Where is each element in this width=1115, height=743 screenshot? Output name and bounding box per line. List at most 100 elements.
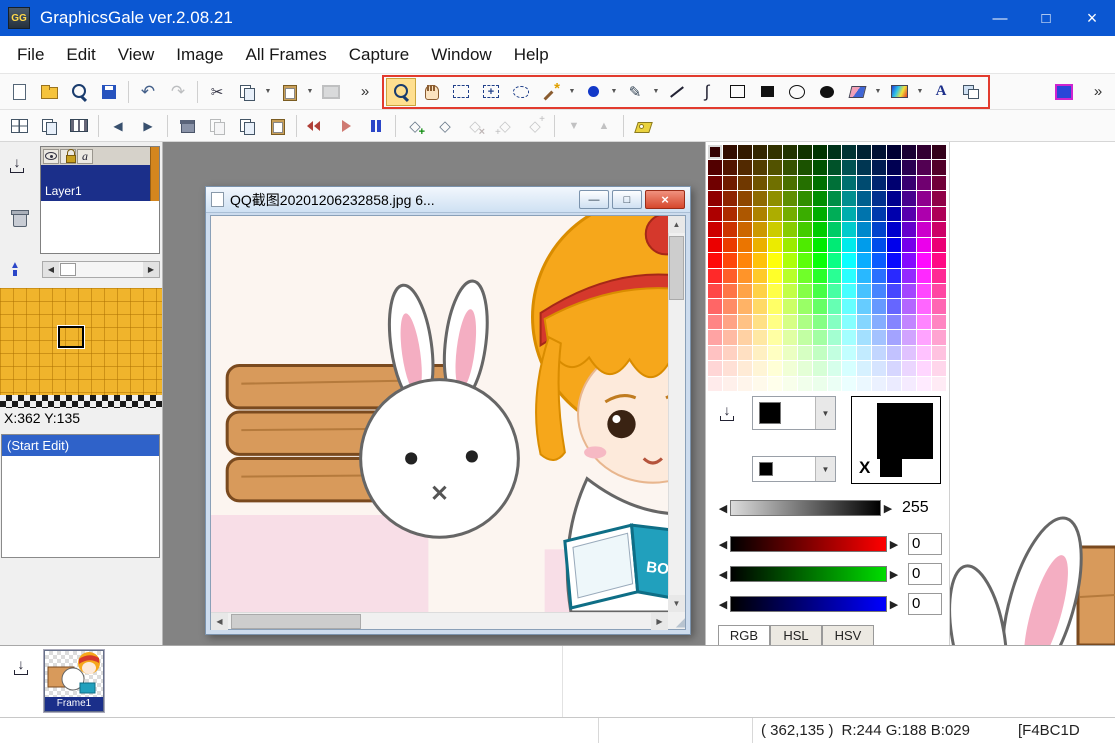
scroll-left-arrow[interactable]: ◀ <box>43 262 59 277</box>
palette-swatch[interactable] <box>768 346 782 360</box>
layer-horizontal-scrollbar[interactable]: ◀ ▶ <box>42 261 160 278</box>
palette-swatch[interactable] <box>798 361 812 375</box>
palette-swatch[interactable] <box>753 176 767 190</box>
select-move-button[interactable] <box>476 78 506 106</box>
pen-button[interactable] <box>578 78 608 106</box>
palette-swatch[interactable] <box>753 160 767 174</box>
palette-swatch[interactable] <box>798 222 812 236</box>
palette-swatch[interactable] <box>872 269 886 283</box>
palette-swatch[interactable] <box>917 207 931 221</box>
palette-swatch[interactable] <box>813 160 827 174</box>
palette-swatch[interactable] <box>887 361 901 375</box>
palette-swatch[interactable] <box>813 377 827 391</box>
scroll-left-arrow[interactable]: ◀ <box>211 613 228 630</box>
palette-swatch[interactable] <box>902 346 916 360</box>
palette-swatch[interactable] <box>753 145 767 159</box>
palette-swatch[interactable] <box>768 191 782 205</box>
palette-swatch[interactable] <box>783 238 797 252</box>
foreground-color-dropdown[interactable]: ▼ <box>815 397 835 429</box>
palette-swatch[interactable] <box>842 269 856 283</box>
palette-swatch[interactable] <box>768 330 782 344</box>
palette-swatch[interactable] <box>887 377 901 391</box>
layer-manager-button[interactable] <box>34 113 64 139</box>
palette-swatch[interactable] <box>768 269 782 283</box>
magic-wand-dropdown[interactable]: ▼ <box>566 78 578 106</box>
canvas-image[interactable]: BOOK <box>211 216 668 612</box>
palette-swatch[interactable] <box>902 222 916 236</box>
magnifier-button[interactable] <box>386 78 416 106</box>
rectangle-button[interactable] <box>722 78 752 106</box>
alpha-slider-increase[interactable]: ▶ <box>881 498 895 518</box>
palette-swatch[interactable] <box>738 191 752 205</box>
palette-swatch[interactable] <box>813 330 827 344</box>
palette-swatch[interactable] <box>842 176 856 190</box>
palette-swatch[interactable] <box>753 269 767 283</box>
tab-hsl[interactable]: HSL <box>770 625 822 645</box>
palette-swatch[interactable] <box>932 346 946 360</box>
palette-swatch[interactable] <box>753 222 767 236</box>
scrollbar-track[interactable] <box>59 262 143 277</box>
palette-swatch[interactable] <box>783 160 797 174</box>
image-close-button[interactable]: × <box>645 190 685 209</box>
palette-swatch[interactable] <box>842 160 856 174</box>
magic-wand-button[interactable] <box>536 78 566 106</box>
palette-swatch[interactable] <box>738 284 752 298</box>
palette-swatch[interactable] <box>768 315 782 329</box>
frame-manager-button[interactable] <box>4 113 34 139</box>
palette-swatch[interactable] <box>857 160 871 174</box>
palette-swatch[interactable] <box>723 253 737 267</box>
palette-swatch[interactable] <box>768 176 782 190</box>
palette-swatch[interactable] <box>887 299 901 313</box>
image-maximize-button[interactable]: □ <box>612 190 642 209</box>
palette-swatch[interactable] <box>917 269 931 283</box>
overflow-button[interactable] <box>356 78 374 106</box>
palette-swatch[interactable] <box>828 346 842 360</box>
frame-thumbnail[interactable]: Frame1 <box>44 650 104 712</box>
menu-help[interactable]: Help <box>503 36 560 74</box>
palette-swatch[interactable] <box>723 346 737 360</box>
eraser-button[interactable] <box>842 78 872 106</box>
palette-swatch[interactable] <box>857 176 871 190</box>
palette-swatch[interactable] <box>723 207 737 221</box>
palette-swatch[interactable] <box>813 346 827 360</box>
menu-capture[interactable]: Capture <box>338 36 420 74</box>
palette-swatch[interactable] <box>723 330 737 344</box>
palette-swatch[interactable] <box>753 238 767 252</box>
palette-swatch[interactable] <box>872 315 886 329</box>
palette-swatch[interactable] <box>828 176 842 190</box>
palette-swatch[interactable] <box>708 176 722 190</box>
palette-swatch[interactable] <box>902 269 916 283</box>
red-slider-increase[interactable]: ▶ <box>887 534 901 554</box>
green-slider-decrease[interactable]: ◀ <box>716 564 730 584</box>
maximize-button[interactable]: □ <box>1023 0 1069 36</box>
onion-add-button[interactable] <box>400 113 430 139</box>
foreground-color-combo[interactable]: ▼ <box>752 396 836 430</box>
palette-swatch[interactable] <box>708 222 722 236</box>
palette-swatch[interactable] <box>842 330 856 344</box>
palette-swatch[interactable] <box>857 191 871 205</box>
alpha-slider-decrease[interactable]: ◀ <box>716 498 730 518</box>
image-window-titlebar[interactable]: QQ截图20201206232858.jpg 6... — □ × <box>206 187 690 213</box>
palette-swatch[interactable] <box>723 145 737 159</box>
palette-swatch[interactable] <box>723 361 737 375</box>
palette-swatch[interactable] <box>708 315 722 329</box>
palette-swatch[interactable] <box>753 284 767 298</box>
palette-swatch[interactable] <box>723 191 737 205</box>
palette-swatch[interactable] <box>902 284 916 298</box>
scroll-right-arrow[interactable]: ▶ <box>143 262 159 277</box>
palette-swatch[interactable] <box>887 222 901 236</box>
image-window[interactable]: QQ截图20201206232858.jpg 6... — □ × <box>205 186 691 635</box>
palette-swatch[interactable] <box>753 377 767 391</box>
palette-swatch[interactable] <box>708 330 722 344</box>
palette-swatch[interactable] <box>842 207 856 221</box>
palette-swatch[interactable] <box>708 238 722 252</box>
palette-swatch[interactable] <box>917 377 931 391</box>
menu-image[interactable]: Image <box>165 36 234 74</box>
palette-swatch[interactable] <box>828 361 842 375</box>
palette-swatch[interactable] <box>902 377 916 391</box>
palette-import-button[interactable] <box>714 400 740 426</box>
palette-swatch[interactable] <box>872 377 886 391</box>
palette-swatch[interactable] <box>932 269 946 283</box>
palette-swatch[interactable] <box>887 160 901 174</box>
palette-swatch[interactable] <box>857 207 871 221</box>
